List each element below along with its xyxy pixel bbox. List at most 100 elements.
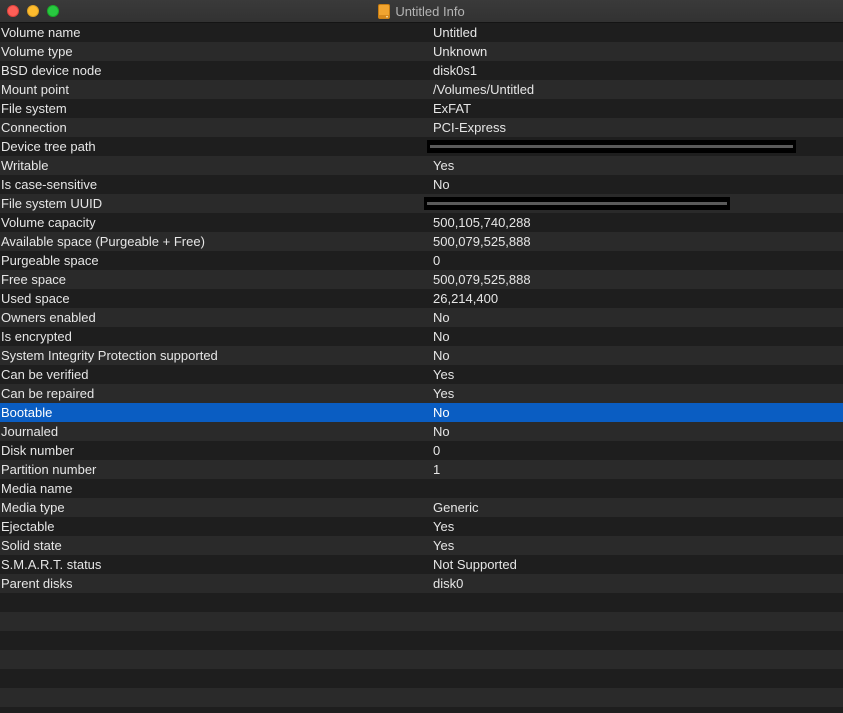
info-row-partition-number[interactable]: Partition number 1 [0, 460, 843, 479]
row-value: 500,105,740,288 [433, 215, 531, 230]
row-label: Available space (Purgeable + Free) [1, 234, 205, 249]
row-label: Owners enabled [1, 310, 96, 325]
row-label: Free space [1, 272, 67, 287]
row-value: No [433, 348, 450, 363]
info-row-can-be-verified[interactable]: Can be verified Yes [0, 365, 843, 384]
row-label: Writable [1, 158, 49, 173]
info-row-mount-point[interactable]: Mount point/Volumes/Untitled [0, 80, 843, 99]
info-row-available-space-purgeable-free[interactable]: Available space (Purgeable + Free) 500,07… [0, 232, 843, 251]
info-row-is-encrypted[interactable]: Is encrypted No [0, 327, 843, 346]
empty-row [0, 631, 843, 650]
external-disk-icon [378, 4, 391, 19]
row-label: Media name [1, 481, 73, 496]
row-value: Yes [433, 519, 455, 534]
row-label: Volume type [1, 44, 73, 59]
info-row-writable[interactable]: Writable Yes [0, 156, 843, 175]
row-label: File system UUID [1, 196, 103, 211]
row-value: No [433, 405, 450, 420]
info-row-purgeable-space[interactable]: Purgeable space 0 [0, 251, 843, 270]
row-value: No [433, 329, 450, 344]
row-label: Partition number [1, 462, 97, 477]
redaction-bar [424, 197, 730, 210]
redaction-bar [427, 140, 796, 153]
row-value: 0 [433, 443, 441, 458]
row-label: File system [1, 101, 67, 116]
row-label: Purgeable space [1, 253, 99, 268]
info-row-used-space[interactable]: Used space 26,214,400 [0, 289, 843, 308]
window-title-area: Untitled Info [0, 0, 843, 23]
info-row-owners-enabled[interactable]: Owners enabled No [0, 308, 843, 327]
info-row-s-m-a-r-t-status[interactable]: S.M.A.R.T. status Not Supported [0, 555, 843, 574]
row-label: Disk number [1, 443, 74, 458]
row-label: Device tree path [1, 139, 96, 154]
row-label: Can be repaired [1, 386, 95, 401]
row-label: Mount point [1, 82, 69, 97]
row-label: Solid state [1, 538, 62, 553]
row-value: Yes [433, 538, 455, 553]
info-row-ejectable[interactable]: Ejectable Yes [0, 517, 843, 536]
info-row-solid-state[interactable]: Solid state Yes [0, 536, 843, 555]
row-value: disk0s1 [433, 63, 478, 78]
row-label: System Integrity Protection supported [1, 348, 218, 363]
info-row-device-tree-path[interactable]: Device tree path [0, 137, 843, 156]
row-value: disk0 [433, 576, 464, 591]
row-label: Bootable [1, 405, 53, 420]
row-label: Connection [1, 120, 67, 135]
info-row-journaled[interactable]: Journaled No [0, 422, 843, 441]
info-row-media-type[interactable]: Media type Generic [0, 498, 843, 517]
info-row-free-space[interactable]: Free space 500,079,525,888 [0, 270, 843, 289]
info-row-bootable[interactable]: Bootable No [0, 403, 843, 422]
row-value: 0 [433, 253, 441, 268]
row-value: Yes [433, 158, 455, 173]
row-value: No [433, 177, 450, 192]
row-value: 500,079,525,888 [433, 272, 531, 287]
row-label: Volume name [1, 25, 81, 40]
row-value: Unknown [433, 44, 488, 59]
info-row-file-system[interactable]: File system ExFAT [0, 99, 843, 118]
row-label: S.M.A.R.T. status [1, 557, 102, 572]
row-label: Journaled [1, 424, 59, 439]
row-value: /Volumes/Untitled [433, 82, 535, 97]
info-row-bsd-device-node[interactable]: BSD device node disk0s1 [0, 61, 843, 80]
info-row-can-be-repaired[interactable]: Can be repaired Yes [0, 384, 843, 403]
row-label: Volume capacity [1, 215, 96, 230]
info-row-system-integrity-protection-supported[interactable]: System Integrity Protection supported No [0, 346, 843, 365]
info-row-volume-name[interactable]: Volume name Untitled [0, 23, 843, 42]
row-value: No [433, 424, 450, 439]
info-table[interactable]: Volume name Untitled Volume type Unknown BSD… [0, 23, 843, 707]
row-value: PCI-Express [433, 120, 506, 135]
row-label: Parent disks [1, 576, 73, 591]
empty-row [0, 688, 843, 707]
row-value: Not Supported [433, 557, 517, 572]
title-bar[interactable]: Untitled Info [0, 0, 843, 23]
row-value: ExFAT [433, 101, 472, 116]
row-label: Is case-sensitive [1, 177, 98, 192]
row-value: Yes [433, 367, 455, 382]
row-label: Can be verified [1, 367, 89, 382]
info-window: Untitled Info Volume name Untitled Volume … [0, 0, 843, 713]
row-value: Generic [433, 500, 479, 515]
info-row-connection[interactable]: Connection PCI-Express [0, 118, 843, 137]
row-label: Is encrypted [1, 329, 72, 344]
info-row-parent-disks[interactable]: Parent disks disk0 [0, 574, 843, 593]
row-value: 500,079,525,888 [433, 234, 531, 249]
info-row-disk-number[interactable]: Disk number 0 [0, 441, 843, 460]
info-row-file-system-uuid[interactable]: File system UUID [0, 194, 843, 213]
row-value: Untitled [433, 25, 478, 40]
info-row-volume-type[interactable]: Volume type Unknown [0, 42, 843, 61]
empty-row [0, 650, 843, 669]
empty-row [0, 612, 843, 631]
row-value: 26,214,400 [433, 291, 499, 306]
info-row-media-name[interactable]: Media name [0, 479, 843, 498]
row-label: BSD device node [1, 63, 102, 78]
row-value: Yes [433, 386, 455, 401]
row-label: Media type [1, 500, 65, 515]
row-label: Used space [1, 291, 70, 306]
row-value: 1 [433, 462, 441, 477]
empty-row [0, 593, 843, 612]
window-title: Untitled Info [395, 4, 465, 19]
info-row-volume-capacity[interactable]: Volume capacity 500,105,740,288 [0, 213, 843, 232]
empty-row [0, 669, 843, 688]
row-value: No [433, 310, 450, 325]
info-row-is-case-sensitive[interactable]: Is case-sensitive No [0, 175, 843, 194]
